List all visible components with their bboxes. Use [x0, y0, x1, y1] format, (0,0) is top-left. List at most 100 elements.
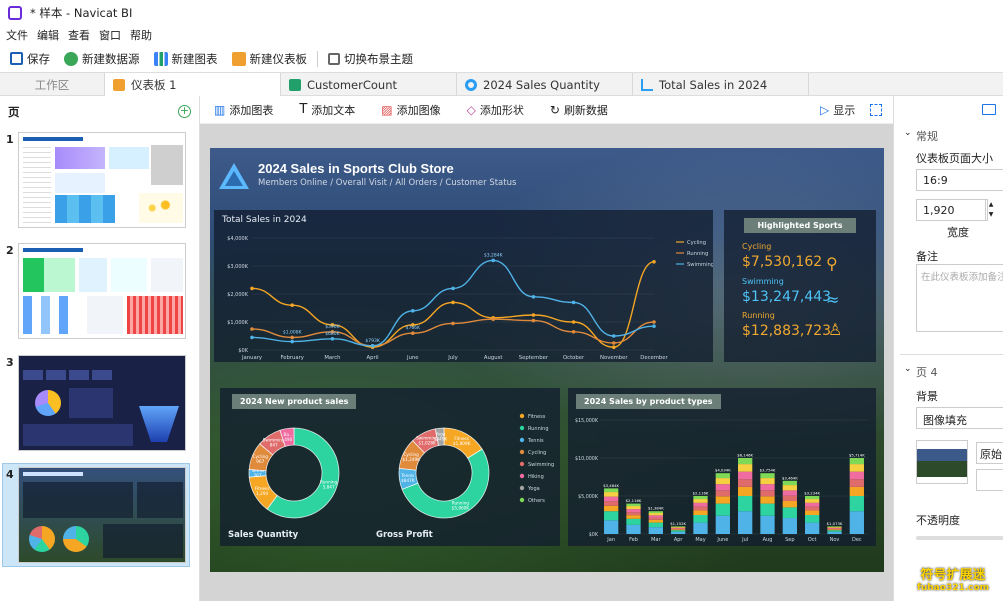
- bar-segment: [671, 526, 686, 528]
- add-chart-button[interactable]: ▥ 添加图表: [210, 99, 277, 121]
- width-input[interactable]: 1,920: [916, 199, 988, 221]
- new-datasource-button[interactable]: 新建数据源: [60, 48, 144, 70]
- menu-window[interactable]: 窗口: [99, 27, 121, 43]
- bar-segment: [626, 506, 641, 510]
- page-thumbnail-4[interactable]: [18, 467, 186, 563]
- general-chevron-icon[interactable]: ⌄: [904, 128, 912, 138]
- cycling-value: $7,530,162: [742, 254, 823, 270]
- swimming-value: $13,247,443: [742, 289, 832, 305]
- add-text-icon: T: [299, 102, 308, 117]
- data-point: [652, 320, 656, 324]
- bar-segment: [760, 503, 775, 516]
- slice-value: $1,249K: [402, 457, 420, 462]
- bar-segment: [671, 527, 686, 528]
- add-page-icon[interactable]: +: [178, 105, 191, 118]
- note-textarea[interactable]: 在此仪表板添加备注: [916, 264, 1003, 332]
- thumb2-header: [23, 248, 83, 252]
- bar-segment: [849, 471, 864, 480]
- bar-segment: [715, 484, 730, 491]
- properties-panel: ⌄ 常规 仪表板页面大小 16:9 1,920 ▲ ▼ 宽度 备注 在此仪表板添加…: [893, 96, 1003, 601]
- x-tick-label: Jul: [741, 537, 748, 543]
- data-point: [411, 309, 415, 313]
- tab-total-sales[interactable]: Total Sales in 2024: [633, 73, 809, 96]
- background-select[interactable]: 图像填充: [916, 407, 1003, 429]
- thumb2-heatmap: [127, 296, 183, 334]
- x-tick-label: Aug: [763, 537, 773, 543]
- menu-edit[interactable]: 编辑: [37, 27, 59, 43]
- x-tick-label: Jan: [606, 537, 615, 543]
- slice-value: 847: [270, 443, 278, 448]
- new-chart-button[interactable]: 新建图表: [150, 48, 222, 70]
- tab-customer-count[interactable]: CustomerCount: [281, 73, 457, 96]
- opacity-slider[interactable]: [916, 536, 1003, 540]
- refresh-button[interactable]: ↻ 刷新数据: [546, 99, 612, 121]
- x-tick-label: May: [695, 537, 705, 543]
- slice-value: $1,809K: [453, 441, 471, 446]
- x-tick-label: April: [367, 355, 379, 361]
- add-text-button[interactable]: T 添加文本: [295, 99, 359, 121]
- dashboard-subtitle: Members Online / Overall Visit / All Ord…: [258, 178, 517, 188]
- data-point: [491, 317, 496, 321]
- donut-panel[interactable]: 2024 New product sales Running 5,847 Fitne…: [220, 388, 560, 546]
- x-tick-label: March: [324, 355, 340, 361]
- width-stepper[interactable]: ▲ ▼: [985, 200, 996, 220]
- add-shape-button[interactable]: ◇ 添加形状: [463, 99, 528, 121]
- highlighted-sports-panel[interactable]: Highlighted Sports Cycling $7,530,162 ⚲ …: [724, 210, 876, 362]
- thumb2-chart-c: [111, 258, 147, 292]
- legend-label: Tennis: [527, 438, 544, 444]
- x-tick-label: Mar: [651, 537, 661, 543]
- running-icon: ♙: [828, 320, 843, 339]
- page-thumbnail-2[interactable]: [18, 243, 186, 339]
- original-button[interactable]: 原始: [976, 442, 1003, 464]
- line-chart-panel[interactable]: Total Sales in 2024 $0K $1,000K $2,000K $3,…: [214, 210, 713, 362]
- fullscreen-icon[interactable]: [870, 104, 882, 116]
- stacked-bar-panel[interactable]: 2024 Sales by product types $0K $5,000K $1…: [568, 388, 876, 546]
- page-section-chevron-icon[interactable]: ⌄: [904, 364, 912, 374]
- bar-segment: [693, 502, 708, 507]
- data-point: [250, 327, 254, 331]
- new-dashboard-label: 新建仪表板: [249, 51, 308, 66]
- y-tick-label: $15,000K: [575, 418, 599, 424]
- donut-charts: Running 5,847 Fitness 1,294 Tennis 267 Cycling…: [248, 413, 554, 519]
- highlighted-sports-title: Highlighted Sports: [744, 218, 856, 233]
- x-tick-label: December: [640, 355, 668, 361]
- dashboard-page[interactable]: 2024 Sales in Sports Club Store Members …: [210, 148, 884, 572]
- table-chart-icon: [289, 78, 301, 91]
- new-dashboard-button[interactable]: 新建仪表板: [228, 48, 312, 70]
- add-image-button[interactable]: ▨ 添加图像: [377, 99, 444, 121]
- tab-dashboard-1[interactable]: 仪表板 1: [105, 73, 281, 97]
- save-button[interactable]: 保存: [6, 48, 54, 70]
- opacity-label: 不透明度: [916, 514, 960, 527]
- background-label: 背景: [916, 390, 938, 403]
- cycling-label: Cycling: [742, 242, 772, 251]
- page-thumbnail-1[interactable]: [18, 132, 186, 228]
- x-tick-label: Oct: [808, 537, 817, 543]
- point-label: $396K: [325, 324, 340, 330]
- tab-sales-quantity[interactable]: 2024 Sales Quantity: [457, 73, 633, 96]
- switch-theme-button[interactable]: 切换布景主题: [324, 48, 417, 70]
- page-section-title: 页 4: [916, 366, 938, 379]
- menu-view[interactable]: 查看: [68, 27, 90, 43]
- background-image-preview[interactable]: [916, 440, 968, 484]
- y-tick-label: $4,000K: [227, 236, 248, 242]
- menu-help[interactable]: 帮助: [130, 27, 152, 43]
- bar-segment: [715, 496, 730, 504]
- bar-label: $2,116K: [626, 498, 642, 503]
- display-button[interactable]: ▷ 显示: [816, 99, 859, 121]
- data-point: [451, 321, 455, 326]
- line-chart: $0K $1,000K $2,000K $3,000K $4,000K January Fe…: [227, 236, 713, 361]
- y-tick-label: $5,000K: [578, 494, 599, 500]
- page-size-select[interactable]: 16:9: [916, 169, 1003, 191]
- page-thumbnail-3[interactable]: [18, 355, 186, 451]
- swimming-icon: ≈: [826, 290, 840, 309]
- panel-settings-icon[interactable]: [982, 104, 996, 115]
- title-bar: * 样本 - Navicat BI: [0, 0, 1003, 25]
- tab-workspace[interactable]: 工作区: [0, 73, 105, 96]
- menu-file[interactable]: 文件: [6, 27, 28, 43]
- legend-label: Fitness: [528, 414, 546, 420]
- data-point: [290, 303, 294, 307]
- image-option-button[interactable]: [976, 469, 1003, 491]
- bar-segment: [805, 510, 820, 515]
- bar-segment: [782, 485, 797, 491]
- legend-label: Swimming: [528, 462, 554, 468]
